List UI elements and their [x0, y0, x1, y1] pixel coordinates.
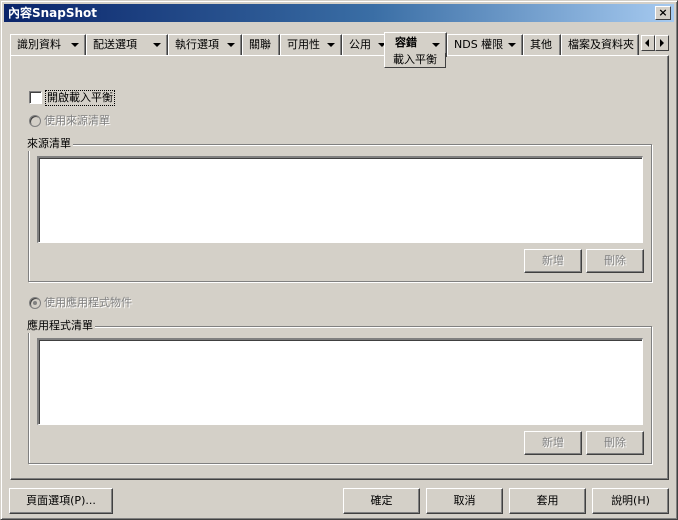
tab-identification[interactable]: 識別資料 — [10, 34, 86, 55]
chevron-down-icon[interactable] — [327, 43, 335, 47]
tab-label: 關聯 — [249, 38, 271, 51]
chevron-down-icon[interactable] — [508, 43, 516, 47]
cancel-button[interactable]: 取消 — [426, 488, 503, 514]
chevron-down-icon[interactable] — [432, 43, 440, 47]
tab-label: 配送選項 — [93, 38, 137, 51]
app-list-box[interactable] — [37, 338, 643, 425]
source-add-button[interactable]: 新增 — [524, 249, 582, 273]
enable-load-balance-checkbox[interactable] — [29, 91, 42, 104]
tab-label: 檔案及資料夾 — [568, 38, 634, 51]
chevron-down-icon[interactable] — [227, 43, 235, 47]
use-app-objects-radio[interactable] — [29, 297, 41, 309]
source-list-box[interactable] — [37, 156, 643, 243]
tab-files-folders[interactable]: 檔案及資料夾 — [561, 34, 639, 55]
use-app-objects-label: 使用應用程式物件 — [44, 296, 132, 309]
help-button[interactable]: 說明(H) — [592, 488, 669, 514]
tab-associations[interactable]: 關聯 — [242, 34, 280, 55]
tab-scroll-right-button[interactable] — [655, 35, 669, 51]
close-button[interactable]: × — [655, 6, 671, 20]
app-delete-button[interactable]: 刪除 — [586, 431, 644, 455]
tab-strip: 識別資料 配送選項 執行選項 關聯 可用性 公用 容錯 NDS 權限 其他 檔案… — [10, 32, 670, 57]
tab-label: NDS 權限 — [454, 38, 504, 51]
use-source-list-label: 使用來源清單 — [44, 114, 110, 127]
tab-scroll-left-button[interactable] — [641, 35, 655, 51]
use-source-list-radio[interactable] — [29, 115, 41, 127]
enable-load-balance-label[interactable]: 開啟載入平衡 — [45, 90, 115, 106]
ok-button[interactable]: 確定 — [343, 488, 420, 514]
page-options-button[interactable]: 頁面選項(P)... — [9, 488, 113, 514]
tab-label: 可用性 — [287, 38, 320, 51]
apply-button[interactable]: 套用 — [509, 488, 586, 514]
tab-other[interactable]: 其他 — [523, 34, 561, 55]
arrow-right-icon — [660, 39, 664, 47]
arrow-left-icon — [645, 39, 649, 47]
tab-label: 容錯 — [395, 36, 417, 49]
properties-dialog: 內容SnapShot × 識別資料 配送選項 執行選項 關聯 可用性 公用 容錯 — [0, 0, 678, 520]
chevron-down-icon[interactable] — [71, 43, 79, 47]
tab-label: 識別資料 — [17, 38, 61, 51]
radio-selected-dot — [33, 301, 37, 305]
app-add-button[interactable]: 新增 — [524, 431, 582, 455]
tab-label: 執行選項 — [175, 38, 219, 51]
chevron-down-icon[interactable] — [153, 43, 161, 47]
source-list-legend: 來源清單 — [25, 137, 73, 151]
tab-availability[interactable]: 可用性 — [280, 34, 342, 55]
subtab-load-balance[interactable]: 載入平衡 — [384, 53, 446, 68]
tab-nds-rights[interactable]: NDS 權限 — [447, 34, 523, 55]
source-delete-button[interactable]: 刪除 — [586, 249, 644, 273]
tab-label: 公用 — [349, 38, 371, 51]
app-list-legend: 應用程式清單 — [25, 319, 95, 333]
tab-label: 其他 — [530, 38, 552, 51]
title-bar[interactable]: 內容SnapShot × — [4, 4, 674, 22]
window-title: 內容SnapShot — [8, 6, 98, 20]
tab-run-options[interactable]: 執行選項 — [168, 34, 242, 55]
tab-distribution-options[interactable]: 配送選項 — [86, 34, 168, 55]
